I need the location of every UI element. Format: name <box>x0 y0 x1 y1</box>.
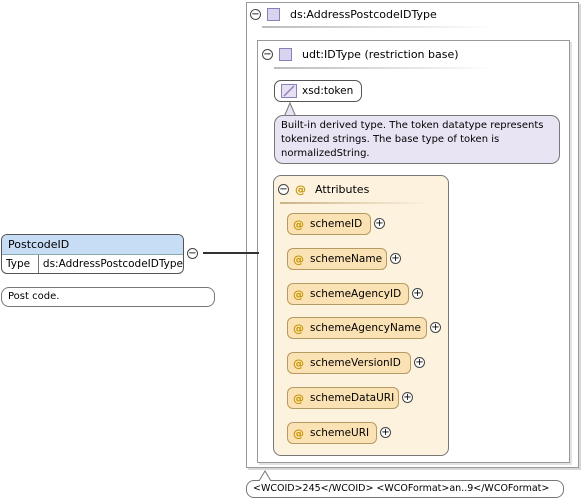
attribute-name: schemeName <box>310 253 383 265</box>
outer-type-label: ds:AddressPostcodeIDType <box>290 7 437 21</box>
attribute-name: schemeDataURI <box>310 392 395 404</box>
element-type-value: ds:AddressPostcodeIDType <box>42 258 183 270</box>
attribute-icon: @ <box>293 252 304 266</box>
attribute-icon: @ <box>293 426 304 440</box>
attribute-icon: @ <box>293 217 304 231</box>
attribute-name: schemeURI <box>310 427 370 439</box>
element-collapse-toggle[interactable]: − <box>187 248 198 259</box>
attribute-expand-toggle[interactable]: + <box>380 427 391 438</box>
attribute-icon: @ <box>293 287 304 301</box>
attributes-collapse-toggle[interactable]: − <box>278 183 289 195</box>
base-type-documentation: Built-in derived type. The token datatyp… <box>274 115 560 164</box>
appinfo-pointer <box>258 470 272 481</box>
outer-type-collapse-toggle[interactable]: − <box>250 8 261 20</box>
attribute-expand-toggle[interactable]: + <box>374 218 385 229</box>
attribute-expand-toggle[interactable]: + <box>414 357 425 368</box>
attributes-label: Attributes <box>315 182 370 196</box>
attribute-name: schemeAgencyID <box>310 288 402 300</box>
attribute-expand-toggle[interactable]: + <box>412 288 423 299</box>
restriction-type-icon <box>279 47 292 61</box>
attribute-item[interactable]: @ schemeName <box>287 248 387 270</box>
base-type-pill[interactable]: xsd:token <box>274 80 362 102</box>
attribute-icon: @ <box>293 356 304 370</box>
attribute-name: schemeVersionID <box>310 357 401 369</box>
outer-type-separator <box>262 26 492 28</box>
attribute-name: schemeID <box>310 218 363 230</box>
postcodeid-element[interactable]: PostcodeID Type ds:AddressPostcodeIDType <box>1 234 184 274</box>
attribute-item[interactable]: @ schemeAgencyID <box>287 283 409 305</box>
simple-type-icon <box>281 84 297 98</box>
outer-type-header: − ds:AddressPostcodeIDType <box>250 7 437 21</box>
base-type-label: xsd:token <box>302 85 354 97</box>
complex-type-icon <box>267 7 280 21</box>
attribute-icon: @ <box>295 182 306 196</box>
attribute-name: schemeAgencyName <box>310 322 421 334</box>
element-type-key: Type <box>2 255 39 273</box>
attribute-item[interactable]: @ schemeDataURI <box>287 387 399 409</box>
connector-line <box>203 252 259 254</box>
restriction-separator <box>274 67 494 69</box>
appinfo-annotation: <WCOID>245</WCOID> <WCOFormat>an..9</WCO… <box>246 480 564 498</box>
restriction-header: − udt:IDType (restriction base) <box>262 47 459 61</box>
attributes-separator <box>280 202 430 204</box>
restriction-label: udt:IDType (restriction base) <box>302 47 459 61</box>
attribute-expand-toggle[interactable]: + <box>430 322 441 333</box>
attribute-expand-toggle[interactable]: + <box>402 392 413 403</box>
attribute-item[interactable]: @ schemeURI <box>287 422 377 444</box>
attribute-icon: @ <box>293 321 304 335</box>
attribute-item[interactable]: @ schemeID <box>287 213 371 235</box>
restriction-collapse-toggle[interactable]: − <box>262 48 273 60</box>
element-type-row: Type ds:AddressPostcodeIDType <box>2 255 183 273</box>
attributes-header: − @ Attributes <box>278 182 369 196</box>
element-documentation: Post code. <box>1 287 215 307</box>
attribute-icon: @ <box>293 391 304 405</box>
attribute-item[interactable]: @ schemeVersionID <box>287 352 411 374</box>
attribute-expand-toggle[interactable]: + <box>390 253 401 264</box>
element-name: PostcodeID <box>2 235 183 255</box>
attribute-item[interactable]: @ schemeAgencyName <box>287 317 427 339</box>
